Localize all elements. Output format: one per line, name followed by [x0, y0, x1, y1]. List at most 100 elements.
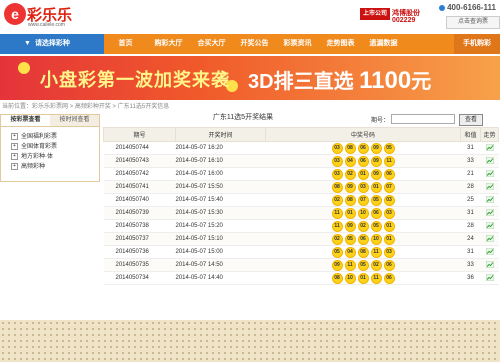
logo-url: www.cailele.com [28, 22, 65, 28]
banner-amount: 1100 [359, 67, 412, 94]
number-ball: 02 [331, 194, 343, 206]
tree-item[interactable]: + 地方彩种·体 [11, 152, 99, 162]
draw-time-cell: 2014-05-07 15:50 [175, 180, 266, 194]
trend-chart-icon[interactable] [485, 169, 494, 177]
number-ball: 08 [344, 142, 356, 154]
trend-chart-icon[interactable] [485, 195, 494, 203]
nav-home[interactable]: 首页 [104, 34, 147, 54]
trend-cell [480, 219, 499, 233]
tree-item[interactable]: + 全国福利彩票 [11, 132, 99, 142]
column-header: 开奖时间 [175, 127, 266, 142]
listed-tag: 上市公司 [360, 8, 390, 20]
nav-missing-data[interactable]: 遗漏数据 [362, 34, 405, 54]
number-ball: 03 [383, 246, 395, 258]
trend-chart-icon[interactable] [485, 221, 494, 229]
number-ball: 01 [344, 207, 356, 219]
expand-plus-icon[interactable]: + [11, 152, 18, 160]
number-ball: 10 [357, 207, 369, 219]
trend-chart-icon[interactable] [485, 182, 494, 190]
site-logo[interactable]: e 彩乐乐 www.cailele.com [4, 3, 78, 29]
number-ball: 04 [344, 155, 356, 167]
expand-plus-icon[interactable]: + [11, 132, 18, 140]
number-ball: 08 [331, 272, 343, 284]
number-ball: 08 [344, 194, 356, 206]
number-ball: 02 [370, 259, 382, 271]
winning-numbers-cell: 05 04 08 11 03 [265, 245, 461, 259]
number-ball: 09 [344, 220, 356, 232]
view-button[interactable]: 查看 [459, 114, 483, 126]
lottery-select-label: 请选择彩种 [34, 40, 70, 47]
banner-offer-text: 3D排三直选 [248, 71, 354, 93]
tab-by-time[interactable]: 按时间查看 [50, 115, 99, 126]
trend-chart-icon[interactable] [485, 260, 494, 268]
draw-time-cell: 2014-05-07 14:50 [175, 258, 266, 272]
number-ball: 03 [331, 168, 343, 180]
winning-numbers-cell: 11 01 10 06 03 [265, 206, 461, 220]
sum-cell: 24 [460, 232, 481, 246]
expand-plus-icon[interactable]: + [11, 162, 18, 170]
nav-lottery-hall[interactable]: 购彩大厅 [147, 34, 190, 54]
number-ball: 06 [357, 155, 369, 167]
ticket-query-button[interactable]: 点击查询票 [446, 16, 500, 29]
expand-plus-icon[interactable]: + [11, 142, 18, 150]
trend-chart-icon[interactable] [485, 208, 494, 216]
issue-cell: 2014050742 [103, 167, 176, 181]
lottery-select[interactable]: ▼ 请选择彩种 [0, 34, 104, 54]
trend-chart-icon[interactable] [485, 247, 494, 255]
issue-cell: 2014050743 [103, 154, 176, 168]
listed-company-badge[interactable]: 上市公司 鸿博股份 002229 [360, 8, 434, 28]
trend-cell [480, 180, 499, 194]
nav-mobile-buy[interactable]: 手机购彩 [454, 34, 500, 54]
tree-item-label: 全国体育彩票 [21, 144, 58, 150]
number-ball: 08 [331, 181, 343, 193]
number-ball: 11 [344, 259, 356, 271]
draw-time-cell: 2014-05-07 16:00 [175, 167, 266, 181]
nav-group-buy[interactable]: 合买大厅 [190, 34, 233, 54]
breadcrumb: 当前位置：彩乐乐彩票网 > 高频彩种开奖 > 广东11选5开奖信息 [2, 104, 170, 110]
number-ball: 06 [370, 207, 382, 219]
table-row: 2014050734 2014-05-07 14:40 08 10 01 11 06 36 [103, 271, 499, 285]
tree-item[interactable]: + 全国体育彩票 [11, 142, 99, 152]
number-ball: 01 [383, 233, 395, 245]
nav-trend-charts[interactable]: 走势图表 [319, 34, 362, 54]
number-ball: 10 [370, 233, 382, 245]
nav-news[interactable]: 彩票资讯 [276, 34, 319, 54]
promo-banner[interactable]: 小盘彩第一波加奖来袭 3D排三直选 1100元 [0, 56, 500, 100]
number-ball: 01 [357, 272, 369, 284]
number-ball: 06 [357, 142, 369, 154]
sum-cell: 36 [460, 271, 481, 285]
sidebar-tabs: 按彩票查看 按时间查看 [1, 115, 99, 127]
number-ball: 05 [357, 259, 369, 271]
draw-time-cell: 2014-05-07 15:40 [175, 193, 266, 207]
draw-time-cell: 2014-05-07 15:10 [175, 232, 266, 246]
trend-cell [480, 245, 499, 259]
nav-draw-results[interactable]: 开奖公告 [233, 34, 276, 54]
sum-cell: 31 [460, 206, 481, 220]
table-row: 2014050735 2014-05-07 14:50 09 11 05 02 06 33 [103, 258, 499, 272]
sum-cell: 33 [460, 258, 481, 272]
number-ball: 06 [383, 168, 395, 180]
tree-item[interactable]: + 高频彩种 [11, 162, 99, 172]
number-ball: 05 [370, 220, 382, 232]
tab-by-lottery[interactable]: 按彩票查看 [1, 115, 50, 126]
tree-item-label: 地方彩种·体 [21, 154, 53, 160]
trend-chart-icon[interactable] [485, 234, 494, 242]
results-table: 期号 开奖时间 中奖号码 和值 走势 2014050744 2014-05-07 … [103, 127, 499, 285]
trend-cell [480, 206, 499, 220]
column-header: 走势 [480, 127, 499, 142]
trend-chart-icon[interactable] [485, 273, 494, 281]
trend-chart-icon[interactable] [485, 143, 494, 151]
winning-numbers-cell: 03 04 06 09 11 [265, 154, 461, 168]
table-row: 2014050737 2014-05-07 15:10 02 05 06 10 01 24 [103, 232, 499, 246]
number-ball: 06 [383, 272, 395, 284]
number-ball: 09 [370, 142, 382, 154]
trend-cell [480, 271, 499, 285]
number-ball: 07 [383, 181, 395, 193]
sum-cell: 25 [460, 193, 481, 207]
number-ball: 06 [383, 259, 395, 271]
number-ball: 01 [383, 220, 395, 232]
trend-chart-icon[interactable] [485, 156, 494, 164]
issue-input[interactable] [391, 114, 455, 124]
sum-cell: 28 [460, 219, 481, 233]
number-ball: 01 [357, 168, 369, 180]
